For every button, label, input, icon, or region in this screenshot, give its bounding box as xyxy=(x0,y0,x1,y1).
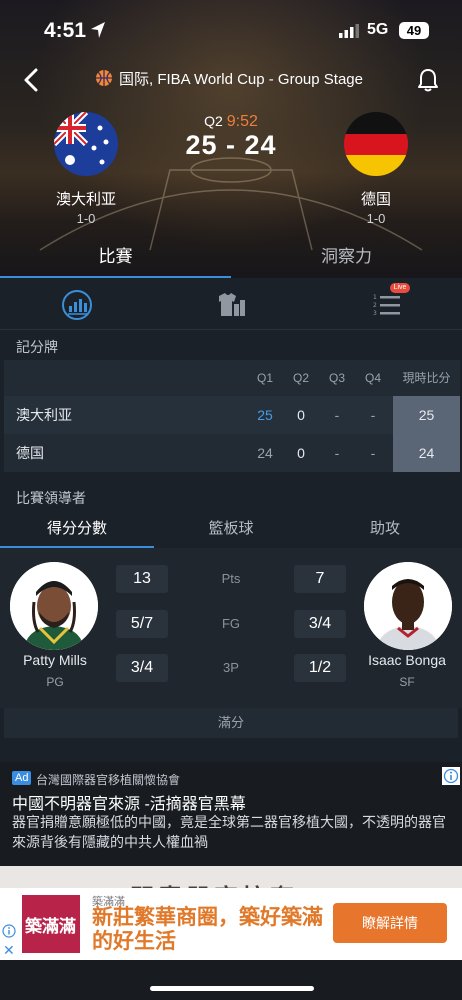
stat-label-pts: Pts xyxy=(221,571,241,586)
match-header: 4:51 5G 49 国际, FIBA World Cup - Group St… xyxy=(0,0,462,278)
away-q2: 0 xyxy=(297,445,305,461)
away-total: 24 xyxy=(418,445,435,461)
leader-tabs: 得分分數 籃板球 助攻 xyxy=(0,512,462,548)
away-player-name[interactable]: Isaac Bonga xyxy=(352,652,462,668)
home-indicator[interactable] xyxy=(150,986,314,991)
signal-icon xyxy=(339,24,359,38)
back-icon[interactable] xyxy=(18,66,46,94)
battery-icon: 49 xyxy=(399,22,429,39)
home-stat-3p: 3/4 xyxy=(116,654,168,682)
banner-info-icon[interactable] xyxy=(2,924,16,938)
active-tab-indicator xyxy=(0,276,231,278)
home-player-avatar[interactable] xyxy=(10,562,98,650)
sponsored-ad[interactable]: Ad 台灣國際器官移植關懷協會 中國不明器官來源 -活摘器官黑幕 器官捐贈意願極… xyxy=(0,762,462,1000)
away-stat-pts: 7 xyxy=(294,565,346,593)
ad-body: 器官捐贈意願極低的中國，竟是全球第二器官移植大國，不透明的器官來源背後有隱藏的中… xyxy=(12,814,446,850)
tab-match[interactable]: 比賽 xyxy=(0,238,231,278)
away-q3: - xyxy=(334,445,340,461)
fiba-logo-icon xyxy=(96,70,112,86)
lineup-jersey-icon[interactable] xyxy=(214,288,248,322)
league-name: 国际, FIBA World Cup - Group Stage xyxy=(119,70,363,88)
live-badge: Live xyxy=(390,283,410,293)
header-q1: Q1 xyxy=(256,371,273,385)
period-label: Q2 xyxy=(204,113,223,129)
status-bar: 4:51 5G 49 xyxy=(0,0,462,62)
match-score: 25 - 24 xyxy=(185,130,277,160)
tab-insights[interactable]: 洞察力 xyxy=(231,238,462,278)
svg-text:1: 1 xyxy=(373,294,377,301)
banner-cta-button[interactable]: 瞭解詳情 xyxy=(333,903,447,943)
tab-points[interactable]: 得分分數 xyxy=(0,512,154,548)
stat-label-3p: 3P xyxy=(223,660,239,675)
ad-source[interactable]: 台灣國際器官移植關懷協會 xyxy=(36,771,180,788)
home-q1: 25 xyxy=(257,407,273,423)
notification-bell-icon[interactable] xyxy=(414,66,442,94)
leaders-panel: Patty Mills PG Isaac Bonga SF 13 5/7 3/4… xyxy=(0,548,462,708)
banner-logo-text: 築滿滿 xyxy=(25,917,76,936)
match-page: 4:51 5G 49 国际, FIBA World Cup - Group St… xyxy=(0,0,462,1000)
full-score-button[interactable]: 滿分 xyxy=(4,708,458,738)
home-stat-pts: 13 xyxy=(116,565,168,593)
league-title: 国际, FIBA World Cup - Group Stage xyxy=(95,66,363,90)
header-q4: Q4 xyxy=(364,371,381,385)
ad-title[interactable]: 中國不明器官來源 -活摘器官黑幕 xyxy=(12,790,246,814)
away-team-name[interactable]: 德国 xyxy=(316,188,436,209)
away-player-avatar[interactable] xyxy=(364,562,452,650)
scoreboard-away-team: 德国 xyxy=(16,445,44,461)
header-q3: Q3 xyxy=(328,371,345,385)
banner-close-icon[interactable]: ✕ xyxy=(3,942,15,959)
scoreboard-title: 記分牌 xyxy=(16,339,58,355)
home-stat-fg: 5/7 xyxy=(116,610,168,638)
home-total: 25 xyxy=(418,407,435,423)
ad-info-icon[interactable] xyxy=(442,767,460,785)
game-clock: 9:52 xyxy=(226,113,258,130)
ad-badge: Ad xyxy=(12,771,32,785)
home-player-position: PG xyxy=(46,675,64,689)
away-team-record: 1-0 xyxy=(366,211,386,226)
stats-chart-icon[interactable] xyxy=(60,288,94,322)
svg-text:2: 2 xyxy=(373,302,377,309)
away-player-position: SF xyxy=(399,675,415,689)
banner-headline[interactable]: 新莊繁華商圈，築好築滿的好生活 xyxy=(92,906,324,954)
tab-rebounds[interactable]: 籃板球 xyxy=(154,512,308,548)
away-q1: 24 xyxy=(257,445,273,461)
home-team-record: 1-0 xyxy=(76,211,96,226)
away-stat-fg: 3/4 xyxy=(294,610,346,638)
home-player-name[interactable]: Patty Mills xyxy=(0,652,110,668)
home-q2: 0 xyxy=(297,407,305,423)
location-arrow-icon xyxy=(91,22,105,38)
network-type: 5G xyxy=(367,21,389,38)
home-q3: - xyxy=(334,407,340,423)
svg-text:3: 3 xyxy=(373,310,377,317)
leaders-title: 比賽領導者 xyxy=(16,490,86,506)
header-q2: Q2 xyxy=(292,371,309,385)
scoreboard-home-team: 澳大利亚 xyxy=(16,407,72,423)
game-period: Q2 9:52 xyxy=(0,113,462,131)
stat-label-fg: FG xyxy=(221,616,241,631)
status-time: 4:51 xyxy=(44,19,87,42)
away-q4: - xyxy=(370,445,376,461)
scoreboard-row-highlight xyxy=(4,396,460,434)
play-by-play-list-icon[interactable]: 1 2 3 xyxy=(370,288,404,322)
main-tabs: 比賽 洞察力 xyxy=(0,238,462,278)
tab-assists[interactable]: 助攻 xyxy=(308,512,462,548)
header-total: 現時比分 xyxy=(402,371,451,385)
home-q4: - xyxy=(370,407,376,423)
scoreboard-table: Q1 Q2 Q3 Q4 現時比分 澳大利亚 25 0 - - 25 德国 24 … xyxy=(4,360,460,472)
away-stat-3p: 1/2 xyxy=(294,654,346,682)
home-team-name[interactable]: 澳大利亚 xyxy=(26,188,146,209)
